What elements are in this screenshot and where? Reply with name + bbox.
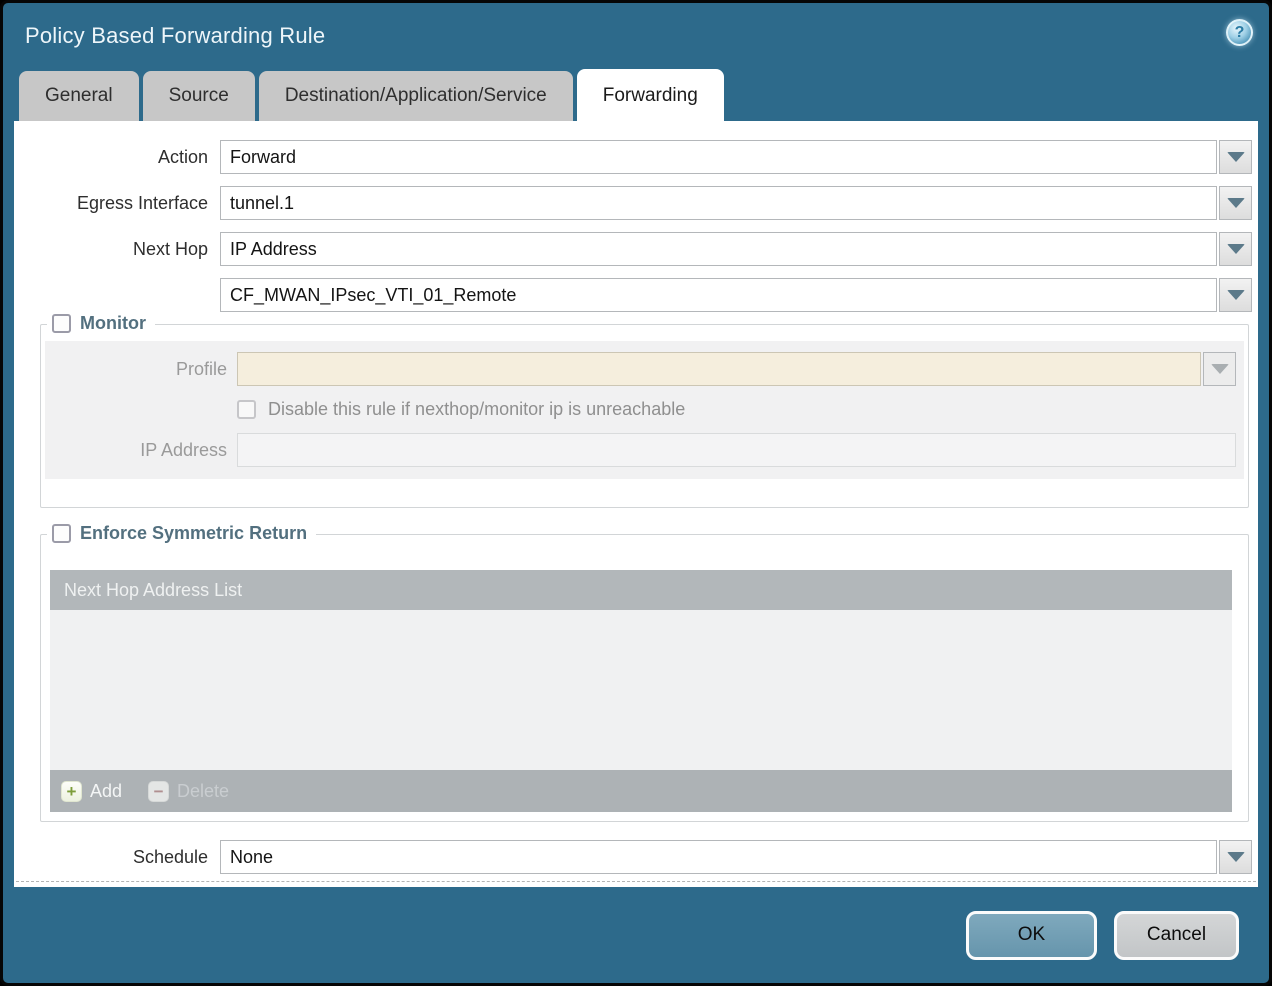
monitor-legend-label: Monitor bbox=[80, 313, 146, 334]
next-hop-address-list-grid: Next Hop Address List + Add − Delete bbox=[50, 570, 1232, 812]
chevron-down-icon bbox=[1227, 198, 1245, 208]
schedule-combo-input[interactable] bbox=[220, 840, 1217, 874]
next-hop-label: Next Hop bbox=[14, 239, 220, 260]
dialog-footer: OK Cancel bbox=[3, 887, 1269, 983]
schedule-dropdown-trigger[interactable] bbox=[1219, 840, 1252, 874]
chevron-down-icon bbox=[1211, 364, 1229, 374]
add-icon: + bbox=[61, 781, 82, 802]
add-button[interactable]: + Add bbox=[61, 781, 122, 802]
tab-source[interactable]: Source bbox=[143, 71, 255, 121]
enforce-symmetric-return-label: Enforce Symmetric Return bbox=[80, 523, 307, 544]
monitor-ip-address-row: IP Address bbox=[45, 433, 1236, 467]
help-icon[interactable]: ? bbox=[1226, 19, 1253, 46]
tab-forwarding[interactable]: Forwarding bbox=[577, 69, 724, 121]
delete-button: − Delete bbox=[148, 781, 229, 802]
delete-button-label: Delete bbox=[177, 781, 229, 802]
action-label: Action bbox=[14, 147, 220, 168]
monitor-fieldset: Monitor Profile Disable this rule if nex… bbox=[40, 324, 1249, 508]
tab-strip: General Source Destination/Application/S… bbox=[3, 69, 1269, 121]
enforce-symmetric-return-checkbox[interactable] bbox=[52, 524, 71, 543]
tab-general[interactable]: General bbox=[19, 71, 139, 121]
next-hop-address-list-toolbar: + Add − Delete bbox=[50, 770, 1232, 812]
profile-dropdown-trigger bbox=[1203, 352, 1236, 386]
monitor-ip-address-label: IP Address bbox=[45, 440, 237, 461]
next-hop-address-list-column-header[interactable]: Next Hop Address List bbox=[50, 570, 1232, 610]
egress-interface-row: Egress Interface bbox=[14, 186, 1252, 220]
dialog-titlebar: Policy Based Forwarding Rule ? bbox=[3, 3, 1269, 69]
disable-rule-checkbox bbox=[237, 400, 256, 419]
next-hop-type-dropdown-trigger[interactable] bbox=[1219, 232, 1252, 266]
schedule-label: Schedule bbox=[14, 847, 220, 868]
forwarding-tab-panel: Action Egress Interface Next Hop bbox=[14, 121, 1258, 887]
tab-destination-application-service[interactable]: Destination/Application/Service bbox=[259, 71, 573, 121]
disable-rule-label: Disable this rule if nexthop/monitor ip … bbox=[268, 399, 685, 420]
add-button-label: Add bbox=[90, 781, 122, 802]
pbf-rule-dialog: Policy Based Forwarding Rule ? General S… bbox=[0, 0, 1272, 986]
profile-row: Profile bbox=[45, 352, 1236, 386]
chevron-down-icon bbox=[1227, 290, 1245, 300]
egress-interface-label: Egress Interface bbox=[14, 193, 220, 214]
chevron-down-icon bbox=[1227, 152, 1245, 162]
monitor-legend: Monitor bbox=[47, 313, 155, 334]
ok-button[interactable]: OK bbox=[966, 911, 1097, 960]
chevron-down-icon bbox=[1227, 244, 1245, 254]
delete-icon: − bbox=[148, 781, 169, 802]
egress-interface-dropdown-trigger[interactable] bbox=[1219, 186, 1252, 220]
monitor-ip-address-input bbox=[237, 433, 1236, 467]
action-row: Action bbox=[14, 140, 1252, 174]
chevron-down-icon bbox=[1227, 852, 1245, 862]
next-hop-address-combo-input[interactable] bbox=[220, 278, 1217, 312]
next-hop-row: Next Hop bbox=[14, 232, 1252, 266]
action-dropdown-trigger[interactable] bbox=[1219, 140, 1252, 174]
disable-rule-row: Disable this rule if nexthop/monitor ip … bbox=[237, 399, 1236, 420]
profile-combo-input bbox=[237, 352, 1201, 386]
egress-interface-combo-input[interactable] bbox=[220, 186, 1217, 220]
schedule-row: Schedule bbox=[14, 840, 1252, 874]
enforce-symmetric-return-fieldset: Enforce Symmetric Return Next Hop Addres… bbox=[40, 534, 1249, 822]
next-hop-address-row bbox=[14, 278, 1252, 312]
dialog-title: Policy Based Forwarding Rule bbox=[25, 23, 325, 49]
monitor-disabled-panel: Profile Disable this rule if nexthop/mon… bbox=[45, 341, 1244, 479]
next-hop-type-combo-input[interactable] bbox=[220, 232, 1217, 266]
action-combo-input[interactable] bbox=[220, 140, 1217, 174]
content-bottom-divider bbox=[16, 881, 1256, 882]
cancel-button[interactable]: Cancel bbox=[1114, 911, 1239, 960]
profile-label: Profile bbox=[45, 359, 237, 380]
monitor-checkbox[interactable] bbox=[52, 314, 71, 333]
next-hop-address-dropdown-trigger[interactable] bbox=[1219, 278, 1252, 312]
next-hop-address-list-body[interactable] bbox=[50, 610, 1232, 770]
enforce-symmetric-return-legend: Enforce Symmetric Return bbox=[47, 523, 316, 544]
